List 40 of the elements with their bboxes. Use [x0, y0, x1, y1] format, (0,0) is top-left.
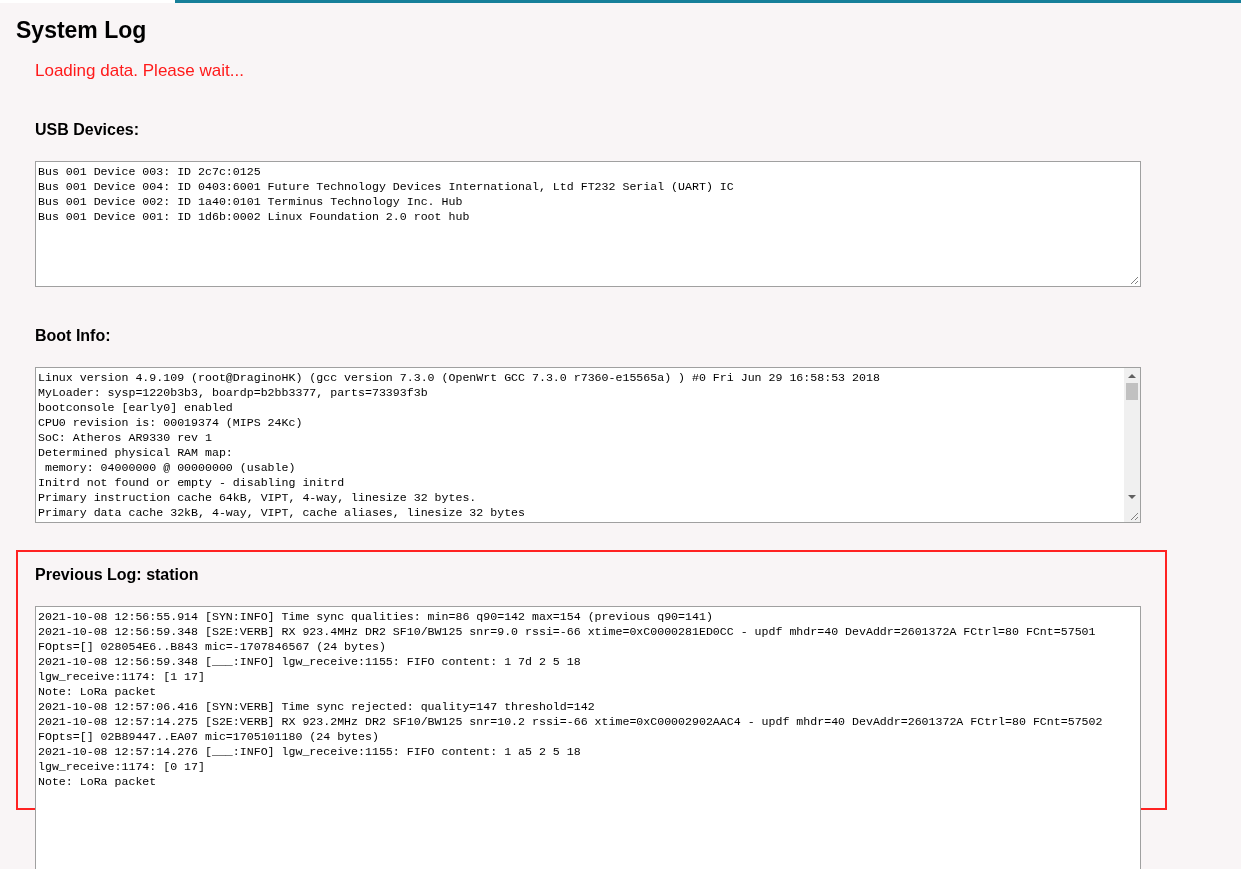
log-line: memory: 04000000 @ 00000000 (usable) — [43, 460, 297, 475]
section-label: Boot Info: — [35, 327, 112, 345]
resize-grip-icon[interactable] — [1130, 512, 1139, 521]
log-line: Linux version 4.9.109 (root@DraginoHK) (gcc version 7.3.0 (OpenWrt GCC 7.3.0 r7360-e15565a) ) #0 Fri Jun 29 16:58:53 2018 — [38, 370, 881, 385]
scroll-thumb[interactable] — [1126, 383, 1138, 400]
scroll-up-icon[interactable] — [1128, 373, 1136, 379]
log-line: 2021-10-08 12:57:14.275 [S2E:VERB] RX 923.2MHz DR2 SF10/BW125 snr=10.2 rssi=-66 xtime=0xC00002902AAC4 - updf mhdr=40 DevAddr=2601372A FCtrl=80 FCnt=57502 — [38, 714, 1104, 729]
log-line: Bus 001 Device 003: ID 2c7c:0125 — [38, 164, 262, 179]
log-text-area[interactable] — [35, 161, 1141, 287]
log-line: 2021-10-08 12:57:14.276 [___:INFO] lgw_receive:1155: FIFO content: 1 a5 2 5 18 — [38, 744, 582, 759]
log-line: lgw_receive:1174: [1 17] — [38, 669, 206, 684]
log-line: MyLoader: sysp=1220b3b3, boardp=b2bb3377, parts=73393f3b — [38, 385, 429, 400]
log-line: 2021-10-08 12:56:59.348 [S2E:VERB] RX 923.4MHz DR2 SF10/BW125 snr=9.0 rssi=-66 xtime=0xC0000281ED0CC - updf mhdr=40 DevAddr=2601372A FCtrl=80 FCnt=57501 — [38, 624, 1097, 639]
page-title: System Log — [16, 17, 148, 44]
log-line: FOpts=[] 02B89447..EA07 mic=1705101180 (24 bytes) — [38, 729, 380, 744]
scrollbar[interactable] — [1124, 368, 1140, 522]
log-line: lgw_receive:1174: [0 17] — [38, 759, 206, 774]
log-line: CPU0 revision is: 00019374 (MIPS 24Kc) — [38, 415, 304, 430]
log-line: 2021-10-08 12:57:06.416 [SYN:VERB] Time sync rejected: quality=147 threshold=142 — [38, 699, 596, 714]
log-line: 2021-10-08 12:56:59.348 [___:INFO] lgw_receive:1155: FIFO content: 1 7d 2 5 18 — [38, 654, 582, 669]
log-line: Primary data cache 32kB, 4-way, VIPT, cache aliases, linesize 32 bytes — [38, 505, 527, 520]
log-line: Bus 001 Device 002: ID 1a40:0101 Terminus Technology Inc. Hub — [38, 194, 464, 209]
log-line: Note: LoRa packet — [38, 684, 158, 699]
resize-grip-icon[interactable] — [1130, 276, 1139, 285]
log-line: Initrd not found or empty - disabling initrd — [38, 475, 346, 490]
log-text-area[interactable] — [35, 606, 1141, 869]
log-line: Bus 001 Device 001: ID 1d6b:0002 Linux Foundation 2.0 root hub — [38, 209, 471, 224]
log-line: FOpts=[] 028054E6..B843 mic=-1707846567 (24 bytes) — [38, 639, 387, 654]
scroll-down-icon[interactable] — [1128, 494, 1136, 500]
log-text-area[interactable] — [35, 367, 1141, 523]
log-line: 2021-10-08 12:56:55.914 [SYN:INFO] Time sync qualities: min=86 q90=142 max=154 (previous q90=141) — [38, 609, 714, 624]
loading-message: Loading data. Please wait... — [35, 61, 245, 81]
log-line: Determined physical RAM map: — [38, 445, 234, 460]
section-label: USB Devices: — [35, 121, 141, 139]
section-label: Previous Log: station — [35, 566, 200, 584]
log-line: Primary instruction cache 64kB, VIPT, 4-way, linesize 32 bytes. — [38, 490, 478, 505]
log-line: SoC: Atheros AR9330 rev 1 — [38, 430, 213, 445]
log-line: bootconsole [early0] enabled — [38, 400, 234, 415]
log-line: Note: LoRa packet — [38, 774, 158, 789]
log-line: Bus 001 Device 004: ID 0403:6001 Future Technology Devices International, Ltd FT232 Serial (UART) IC — [38, 179, 735, 194]
